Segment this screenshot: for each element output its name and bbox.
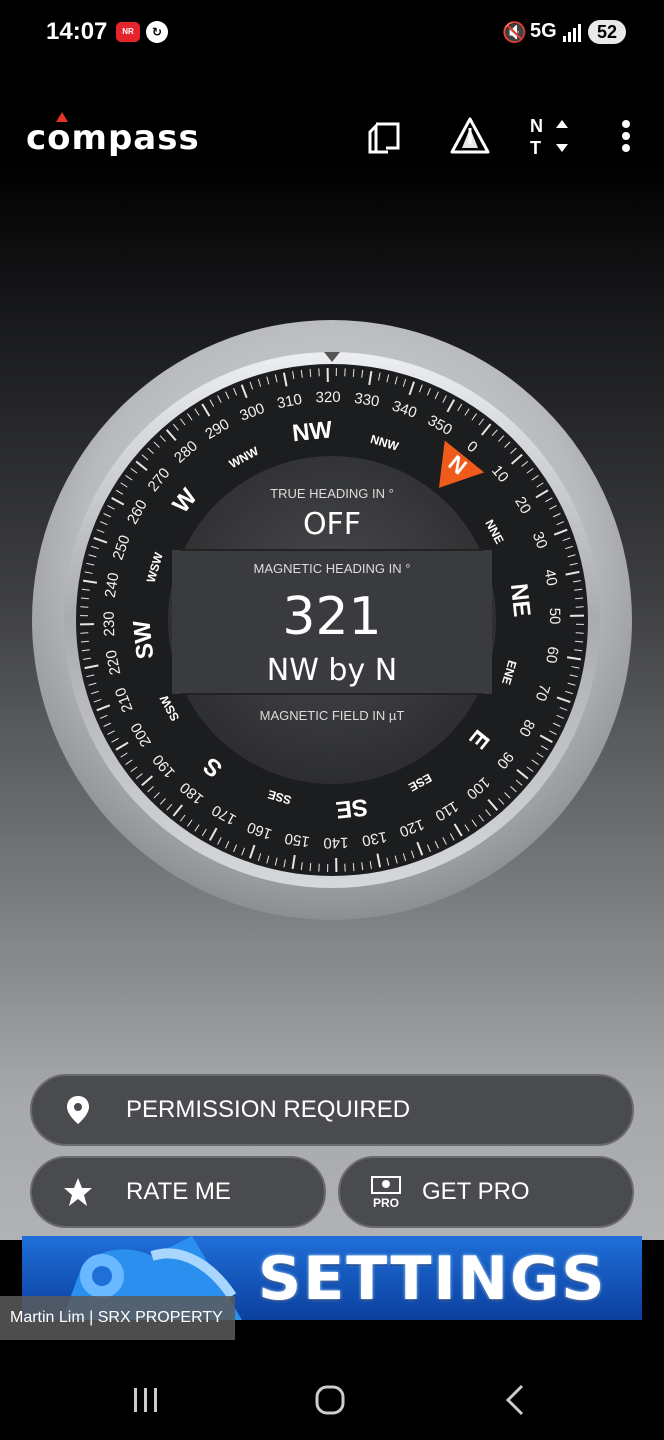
compass-degree-label: 40 xyxy=(541,568,561,588)
compass-dial: 0102030405060708090100110120130140150160… xyxy=(32,320,632,920)
calibration-warning-button[interactable] xyxy=(448,114,492,158)
battery-indicator: 52 xyxy=(588,20,626,44)
compass-degree-label: 60 xyxy=(542,645,561,664)
system-nav-bar xyxy=(0,1350,664,1440)
back-button[interactable] xyxy=(496,1380,536,1420)
more-vert-icon xyxy=(622,120,630,152)
pro-badge-icon: PRO xyxy=(364,1170,408,1214)
true-heading-value: OFF xyxy=(303,507,361,542)
get-pro-button[interactable]: PRO GET PRO xyxy=(338,1156,634,1228)
watermark: Martin Lim | SRX PROPERTY xyxy=(0,1296,235,1340)
magnetic-field-label: MAGNETIC FIELD IN µT xyxy=(260,708,405,723)
mute-icon: 🔇 xyxy=(502,22,527,44)
compass-cardinal-label: NE xyxy=(505,582,535,618)
location-pin-icon xyxy=(56,1088,100,1132)
north-toggle-button[interactable]: N T xyxy=(528,114,572,158)
compass-cardinal-label: SW xyxy=(128,619,159,661)
signal-icon xyxy=(563,24,581,42)
sync-icon: ↻ xyxy=(146,21,168,43)
compass-degree-label: 140 xyxy=(323,834,348,851)
recents-button[interactable] xyxy=(126,1380,166,1420)
permission-required-button[interactable]: PERMISSION REQUIRED xyxy=(30,1074,634,1146)
app-notification-icon: NR xyxy=(116,22,140,42)
compass-tick xyxy=(352,863,355,872)
logo-triangle-icon xyxy=(56,112,68,122)
compass-degree-label: 320 xyxy=(315,389,340,406)
more-options-button[interactable] xyxy=(606,114,650,158)
rate-me-button[interactable]: RATE ME xyxy=(30,1156,326,1228)
compass-tick xyxy=(80,597,89,600)
network-type: 5G xyxy=(530,20,557,42)
star-icon xyxy=(56,1170,100,1214)
warning-icon xyxy=(450,117,490,154)
direction-text: NW by N xyxy=(267,653,397,688)
ad-text: SETTINGS xyxy=(258,1244,607,1314)
compass-degree-label: 230 xyxy=(101,611,118,636)
pro-badge-text: PRO xyxy=(373,1196,399,1209)
compass-cardinal-label: SE xyxy=(334,793,369,823)
app-bar: compass N T xyxy=(0,96,664,176)
rate-me-label: RATE ME xyxy=(126,1178,231,1205)
true-heading-label: TRUE HEADING IN ° xyxy=(270,486,394,501)
home-icon xyxy=(315,1385,345,1415)
get-pro-label: GET PRO xyxy=(422,1178,530,1205)
back-icon xyxy=(505,1384,524,1416)
north-toggle-top-label: N xyxy=(530,116,543,136)
compass-tick xyxy=(309,863,312,872)
permission-required-label: PERMISSION REQUIRED xyxy=(126,1096,411,1123)
compass-degree-label: 50 xyxy=(546,608,563,625)
recents-icon xyxy=(134,1388,157,1412)
compass-tick xyxy=(352,368,355,377)
compass-tick xyxy=(80,640,89,643)
compass-tick xyxy=(309,368,312,377)
north-toggle-icon: N T xyxy=(530,116,568,158)
layout-toggle-button[interactable] xyxy=(364,114,408,158)
compass-cardinal-label: NW xyxy=(291,416,334,447)
layout-toggle-icon xyxy=(368,122,400,154)
status-bar: 14:07 NR ↻ 🔇 5G 52 xyxy=(0,0,664,64)
magnetic-heading-value: 321 xyxy=(282,587,381,647)
compass-tick xyxy=(575,597,584,600)
north-toggle-bottom-label: T xyxy=(530,138,541,158)
app-logo-text: compass xyxy=(26,118,200,158)
compass-tick xyxy=(575,640,584,643)
app-logo: compass xyxy=(26,112,200,158)
status-time: 14:07 xyxy=(46,18,108,45)
home-button[interactable] xyxy=(310,1380,350,1420)
magnetic-heading-label: MAGNETIC HEADING IN ° xyxy=(254,561,411,576)
